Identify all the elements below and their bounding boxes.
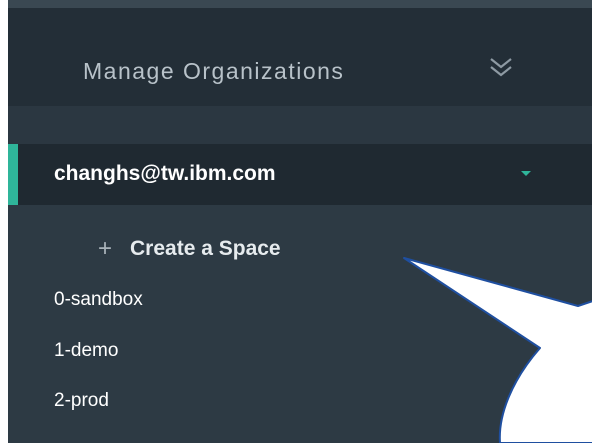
panel-top-strip	[8, 0, 592, 8]
org-row-selected[interactable]: changhs@tw.ibm.com	[8, 144, 592, 205]
space-item-0-sandbox[interactable]: 0-sandbox	[54, 289, 143, 311]
create-space-label: Create a Space	[130, 237, 281, 260]
spaces-list: + Create a Space 0-sandbox 1-demo 2-prod	[8, 205, 592, 443]
organization-panel: Manage Organizations changhs@tw.ibm.com …	[8, 0, 592, 443]
space-item-2-prod[interactable]: 2-prod	[54, 390, 109, 412]
manage-organizations-title: Manage Organizations	[83, 58, 345, 84]
screenshot-frame: Manage Organizations changhs@tw.ibm.com …	[0, 0, 592, 443]
selected-accent-bar	[8, 144, 18, 205]
create-space-button[interactable]: + Create a Space	[98, 235, 281, 263]
plus-icon: +	[98, 235, 113, 262]
header-spacer	[8, 106, 592, 144]
org-name: changhs@tw.ibm.com	[54, 162, 276, 185]
space-item-1-demo[interactable]: 1-demo	[54, 340, 118, 362]
manage-organizations-header[interactable]: Manage Organizations	[8, 8, 592, 106]
double-chevron-down-icon[interactable]	[484, 50, 518, 84]
caret-down-icon[interactable]	[521, 171, 531, 176]
